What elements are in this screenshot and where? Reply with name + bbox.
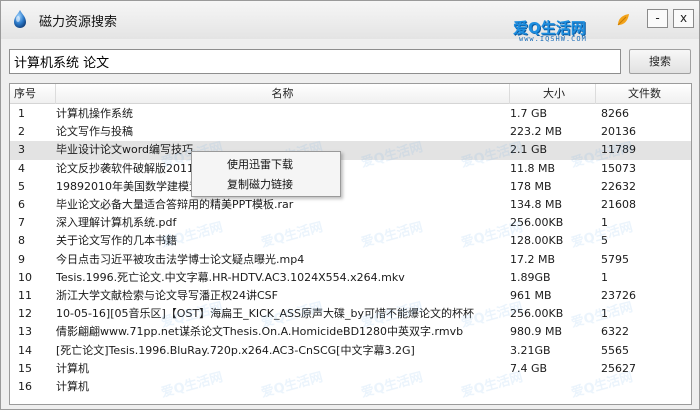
column-header-file-count[interactable]: 文件数: [596, 84, 691, 104]
results-table[interactable]: 序号 名称 大小 文件数 1 计算机操作系统 1.7 GB 8266 2 论文写作与投稿 2…: [9, 83, 692, 405]
table-row[interactable]: 11 浙江大学文献检索与论文导写潘正权24讲CSF 961 MB 23726: [10, 287, 691, 305]
table-row[interactable]: 16 计算机: [10, 378, 691, 396]
context-menu: 使用迅雷下载 复制磁力链接: [191, 151, 341, 197]
row-file-count: 11789: [601, 143, 636, 157]
row-index: 2: [18, 125, 25, 139]
table-header: 序号 名称 大小 文件数: [10, 84, 691, 104]
row-name: 今日点击习近平被攻击法学博士论文疑点曝光.mp4: [56, 252, 305, 266]
row-file-count: 1: [601, 307, 608, 321]
row-name: 浙江大学文献检索与论文导写潘正权24讲CSF: [56, 289, 278, 302]
column-header-index[interactable]: 序号: [10, 84, 56, 104]
table-row[interactable]: 13 倩影翩翩www.71pp.net谋杀论文Thesis.On.A.Homici…: [10, 323, 691, 341]
table-row[interactable]: 6 毕业论文必备大量适合答辩用的精美PPT模板.rar 134.8 MB 21608: [10, 196, 691, 214]
row-index: 5: [18, 179, 25, 193]
app-window: 磁力资源搜索 爱Q生活网 www.IQSHW.COM - x 搜索 序号 名称 …: [0, 0, 700, 410]
menu-item-thunder-download[interactable]: 使用迅雷下载: [192, 155, 340, 175]
table-row[interactable]: 12 10-05-16][05音乐区]【OST】海扁王_KICK_ASS原声大碟_…: [10, 305, 691, 323]
row-size: 11.8 MB: [510, 161, 556, 175]
row-name: 计算机: [56, 361, 89, 375]
menu-item-copy-magnet-link[interactable]: 复制磁力链接: [192, 175, 340, 195]
row-index: 6: [18, 198, 25, 211]
row-index: 16: [18, 380, 32, 393]
row-file-count: 20136: [601, 125, 636, 139]
row-file-count: 21608: [601, 198, 636, 211]
row-index: 13: [18, 325, 32, 339]
row-file-count: 8266: [601, 107, 629, 120]
row-index: 8: [18, 234, 25, 248]
row-name: 倩影翩翩www.71pp.net谋杀论文Thesis.On.A.Homicide…: [56, 325, 464, 339]
row-file-count: 22632: [601, 179, 636, 193]
row-size: 17.2 MB: [510, 252, 556, 266]
row-index: 11: [18, 289, 32, 302]
table-row[interactable]: 5 19892010年美国数学建模竞 178 MB 22632: [10, 178, 691, 196]
row-index: 14: [18, 343, 32, 357]
row-size: 3.21GB: [510, 343, 551, 357]
row-index: 15: [18, 361, 32, 375]
row-size: 1.89GB: [510, 270, 551, 284]
window-title: 磁力资源搜索: [39, 15, 118, 30]
row-index: 4: [18, 161, 25, 175]
row-size: 7.4 GB: [510, 361, 548, 375]
table-row[interactable]: 7 深入理解计算机系统.pdf 256.00KB 1: [10, 214, 691, 232]
column-header-name[interactable]: 名称: [56, 84, 510, 104]
row-size: 2.1 GB: [510, 143, 548, 157]
row-index: 7: [18, 216, 25, 230]
row-name: 深入理解计算机系统.pdf: [56, 216, 177, 230]
row-size: 980.9 MB: [510, 325, 563, 339]
table-row[interactable]: 10 Tesis.1996.死亡论文.中文字幕.HR-HDTV.AC3.1024X…: [10, 269, 691, 287]
row-size: 1.7 GB: [510, 107, 548, 120]
row-size: 961 MB: [510, 289, 552, 302]
table-row[interactable]: 4 论文反抄袭软件破解版2011 11.8 MB 15073: [10, 160, 691, 178]
brand-logo: 爱Q生活网 www.IQSHW.COM: [513, 14, 631, 49]
minimize-button[interactable]: -: [647, 9, 668, 28]
row-name: Tesis.1996.死亡论文.中文字幕.HR-HDTV.AC3.1024X55…: [56, 270, 405, 284]
table-row[interactable]: 14 [死亡论文]Tesis.1996.BluRay.720p.x264.AC3-…: [10, 342, 691, 360]
table-row[interactable]: 2 论文写作与投稿 223.2 MB 20136: [10, 123, 691, 141]
row-file-count: 15073: [601, 161, 636, 175]
row-name: 毕业论文必备大量适合答辩用的精美PPT模板.rar: [56, 198, 294, 211]
close-button[interactable]: x: [673, 9, 694, 28]
row-index: 10: [18, 270, 32, 284]
row-name: [死亡论文]Tesis.1996.BluRay.720p.x264.AC3-Cn…: [56, 343, 415, 357]
row-index: 1: [18, 107, 25, 120]
search-input[interactable]: [9, 49, 621, 74]
search-button[interactable]: 搜索: [629, 49, 691, 74]
title-bar[interactable]: 磁力资源搜索 爱Q生活网 www.IQSHW.COM - x: [1, 1, 699, 43]
row-index: 3: [18, 143, 25, 157]
row-name: 计算机: [56, 380, 89, 393]
row-file-count: 5: [601, 234, 608, 248]
table-row[interactable]: 9 今日点击习近平被攻击法学博士论文疑点曝光.mp4 17.2 MB 5795: [10, 251, 691, 269]
row-size: 134.8 MB: [510, 198, 563, 211]
row-size: 256.00KB: [510, 307, 564, 321]
row-index: 9: [18, 252, 25, 266]
row-name: 10-05-16][05音乐区]【OST】海扁王_KICK_ASS原声大碟_by…: [56, 307, 474, 321]
table-row[interactable]: 8 关于论文写作的几本书籍 128.00KB 5: [10, 232, 691, 250]
row-index: 12: [18, 307, 32, 321]
brand-url: www.IQSHW.COM: [519, 35, 587, 43]
row-size: 223.2 MB: [510, 125, 563, 139]
row-name: 论文写作与投稿: [56, 125, 133, 139]
magnet-app-icon: [14, 10, 26, 28]
row-file-count: 5795: [601, 252, 629, 266]
row-file-count: 6322: [601, 325, 629, 339]
row-name: 计算机操作系统: [56, 107, 133, 120]
row-file-count: 1: [601, 216, 608, 230]
table-row[interactable]: 3 毕业设计论文word编写技巧 2.1 GB 11789: [10, 141, 691, 160]
row-size: 178 MB: [510, 179, 552, 193]
table-row[interactable]: 1 计算机操作系统 1.7 GB 8266: [10, 105, 691, 123]
row-file-count: 5565: [601, 343, 629, 357]
row-name: 关于论文写作的几本书籍: [56, 234, 177, 248]
row-size: 128.00KB: [510, 234, 564, 248]
row-size: 256.00KB: [510, 216, 564, 230]
row-file-count: 1: [601, 270, 608, 284]
table-row[interactable]: 15 计算机 7.4 GB 25627: [10, 360, 691, 378]
column-header-size[interactable]: 大小: [510, 84, 596, 104]
leaf-icon: [617, 14, 629, 26]
row-file-count: 25627: [601, 361, 636, 375]
row-file-count: 23726: [601, 289, 636, 302]
